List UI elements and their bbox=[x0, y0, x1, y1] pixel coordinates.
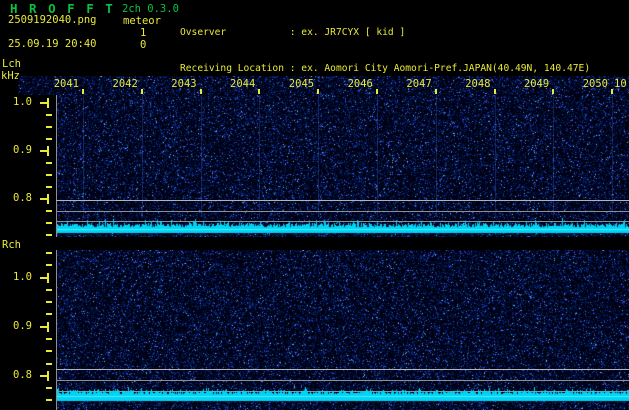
freq-tick-label: 1.0 bbox=[2, 272, 32, 283]
hrofft-screen: H R O F F T 2ch 0.3.0 2509192040.png 25.… bbox=[0, 0, 629, 410]
freq-tick-mark bbox=[47, 322, 49, 332]
rch-reference-line-1 bbox=[56, 369, 629, 370]
time-tick-label: 2044 bbox=[222, 79, 255, 90]
time-tick-label: 2046 bbox=[340, 79, 373, 90]
freq-minor-tick bbox=[46, 363, 52, 365]
minute-gridline bbox=[612, 95, 613, 217]
minute-gridline bbox=[201, 95, 202, 217]
lch-noise-floor-band bbox=[57, 215, 629, 237]
time-tick-mark bbox=[317, 89, 319, 94]
minute-gridline bbox=[318, 95, 319, 217]
minute-gridline bbox=[436, 95, 437, 217]
freq-tick-mark bbox=[47, 273, 49, 283]
freq-minor-tick bbox=[46, 234, 52, 236]
freq-tick-label: 0.9 bbox=[2, 145, 32, 156]
app-title: H R O F F T bbox=[10, 3, 115, 14]
freq-minor-tick bbox=[46, 222, 52, 224]
freq-minor-tick bbox=[46, 399, 52, 401]
output-filename: 2509192040.png bbox=[8, 15, 97, 26]
freq-tick-label: 0.9 bbox=[2, 321, 32, 332]
time-tick-mark bbox=[141, 89, 143, 94]
time-tick-mark bbox=[552, 89, 554, 94]
freq-minor-tick bbox=[46, 174, 52, 176]
time-tick-mark bbox=[82, 89, 84, 94]
app-version: 2ch 0.3.0 bbox=[122, 4, 179, 15]
timestamp: 25.09.19 20:40 bbox=[8, 39, 97, 50]
freq-minor-tick bbox=[46, 350, 52, 352]
freq-tick-mark bbox=[40, 150, 47, 152]
freq-tick-label: 0.8 bbox=[2, 370, 32, 381]
time-tick-label-overflow: 10 bbox=[614, 79, 629, 90]
time-tick-label: 2043 bbox=[164, 79, 197, 90]
freq-minor-tick bbox=[46, 289, 52, 291]
freq-minor-tick bbox=[46, 313, 52, 315]
freq-tick-label: 0.8 bbox=[2, 193, 32, 204]
freq-tick-label: 1.0 bbox=[2, 97, 32, 108]
time-tick-label: 2047 bbox=[399, 79, 432, 90]
lch-channel-label: Lch bbox=[2, 59, 21, 70]
freq-tick-mark bbox=[40, 277, 47, 279]
noise-floor-band-texture bbox=[57, 385, 629, 407]
minute-gridline bbox=[142, 95, 143, 217]
time-tick-mark bbox=[376, 89, 378, 94]
freq-minor-tick bbox=[46, 252, 52, 254]
time-tick-label: 2042 bbox=[105, 79, 138, 90]
rch-noise-floor-band bbox=[57, 385, 629, 407]
freq-minor-tick bbox=[46, 210, 52, 212]
meteor-count-long: 1 bbox=[140, 28, 146, 39]
rch-reference-line-2 bbox=[56, 380, 629, 381]
minute-gridline bbox=[83, 95, 84, 217]
freq-minor-tick bbox=[46, 301, 52, 303]
lch-reference-line-1 bbox=[56, 200, 629, 201]
time-tick-label: 2049 bbox=[516, 79, 549, 90]
freq-tick-mark bbox=[40, 198, 47, 200]
freq-minor-tick bbox=[46, 126, 52, 128]
time-tick-mark bbox=[258, 89, 260, 94]
time-tick-label: 2041 bbox=[46, 79, 79, 90]
freq-tick-mark bbox=[40, 102, 47, 104]
freq-minor-tick bbox=[46, 264, 52, 266]
freq-minor-tick bbox=[46, 114, 52, 116]
freq-minor-tick bbox=[46, 138, 52, 140]
location-line: Receiving Location : ex. Aomori City Aom… bbox=[180, 63, 629, 75]
rch-channel-label: Rch bbox=[2, 240, 21, 251]
minute-gridline bbox=[495, 95, 496, 217]
freq-tick-mark bbox=[47, 146, 49, 156]
time-tick-label: 2045 bbox=[281, 79, 314, 90]
time-tick-mark bbox=[494, 89, 496, 94]
freq-tick-mark bbox=[47, 194, 49, 204]
minute-gridline bbox=[553, 95, 554, 217]
freq-tick-mark bbox=[47, 371, 49, 381]
time-tick-label: 2050 bbox=[575, 79, 608, 90]
freq-minor-tick bbox=[46, 338, 52, 340]
meteor-label: meteor bbox=[123, 16, 161, 27]
freq-minor-tick bbox=[46, 387, 52, 389]
minute-gridline bbox=[259, 95, 260, 217]
meteor-count-short: 0 bbox=[140, 40, 146, 51]
freq-tick-mark bbox=[40, 326, 47, 328]
lch-reference-line-2 bbox=[56, 211, 629, 212]
freq-minor-tick bbox=[46, 162, 52, 164]
freq-minor-tick bbox=[46, 186, 52, 188]
minute-gridline bbox=[377, 95, 378, 217]
time-tick-mark bbox=[435, 89, 437, 94]
time-tick-label: 2048 bbox=[458, 79, 491, 90]
time-tick-mark bbox=[200, 89, 202, 94]
freq-tick-mark bbox=[47, 98, 49, 108]
noise-floor-band-texture bbox=[57, 215, 629, 237]
time-tick-mark bbox=[611, 89, 613, 94]
freq-tick-mark bbox=[40, 375, 47, 377]
observer-line: Ovserver : ex. JR7CYX [ kid ] bbox=[180, 27, 629, 39]
